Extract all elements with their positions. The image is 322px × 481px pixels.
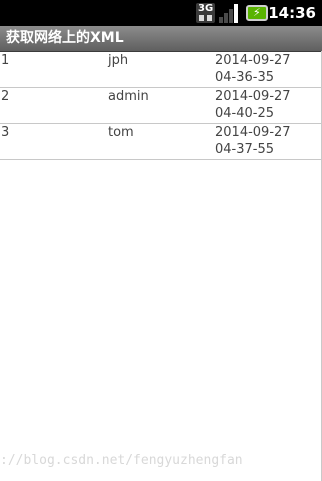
- signal-bar: [234, 4, 238, 23]
- record-name: jph: [108, 53, 129, 68]
- record-id: 1: [1, 53, 10, 68]
- signal-bar: [219, 17, 223, 23]
- record-date: 2014-09-27: [215, 89, 291, 104]
- record-time: 04-40-25: [215, 106, 275, 121]
- 3g-icon: 3G: [196, 3, 215, 23]
- record-id: 3: [1, 125, 10, 140]
- record-date: 2014-09-27: [215, 53, 291, 68]
- app-title: 获取网络上的XML: [6, 30, 124, 46]
- record-time: 04-37-55: [215, 142, 275, 157]
- record-id: 2: [1, 89, 10, 104]
- list-item[interactable]: 1 jph 2014-09-27 04-36-35: [0, 52, 322, 88]
- record-date: 2014-09-27: [215, 125, 291, 140]
- network-type-label: 3G: [198, 3, 214, 14]
- screen: 3G ⚡ 14:36 获取网络上的XML 1 jph 2014-09-27 04…: [0, 0, 322, 481]
- charging-bolt-icon: ⚡: [253, 6, 261, 19]
- signal-bar: [224, 13, 228, 23]
- status-clock: 14:36: [268, 4, 316, 22]
- status-bar: 3G ⚡ 14:36: [0, 0, 322, 26]
- list-item[interactable]: 3 tom 2014-09-27 04-37-55: [0, 124, 322, 160]
- xml-record-list[interactable]: 1 jph 2014-09-27 04-36-35 2 admin 2014-0…: [0, 52, 322, 160]
- battery-charging-icon: ⚡: [246, 5, 268, 21]
- record-name: tom: [108, 125, 134, 140]
- title-bar: 获取网络上的XML: [0, 26, 322, 52]
- list-item[interactable]: 2 admin 2014-09-27 04-40-25: [0, 88, 322, 124]
- record-name: admin: [108, 89, 149, 104]
- watermark-url: ://blog.csdn.net/fengyuzhengfan: [0, 453, 243, 468]
- record-time: 04-36-35: [215, 70, 275, 85]
- data-activity-arrows-icon: [199, 15, 212, 21]
- signal-strength-icon: [219, 3, 240, 23]
- signal-bar: [229, 9, 233, 23]
